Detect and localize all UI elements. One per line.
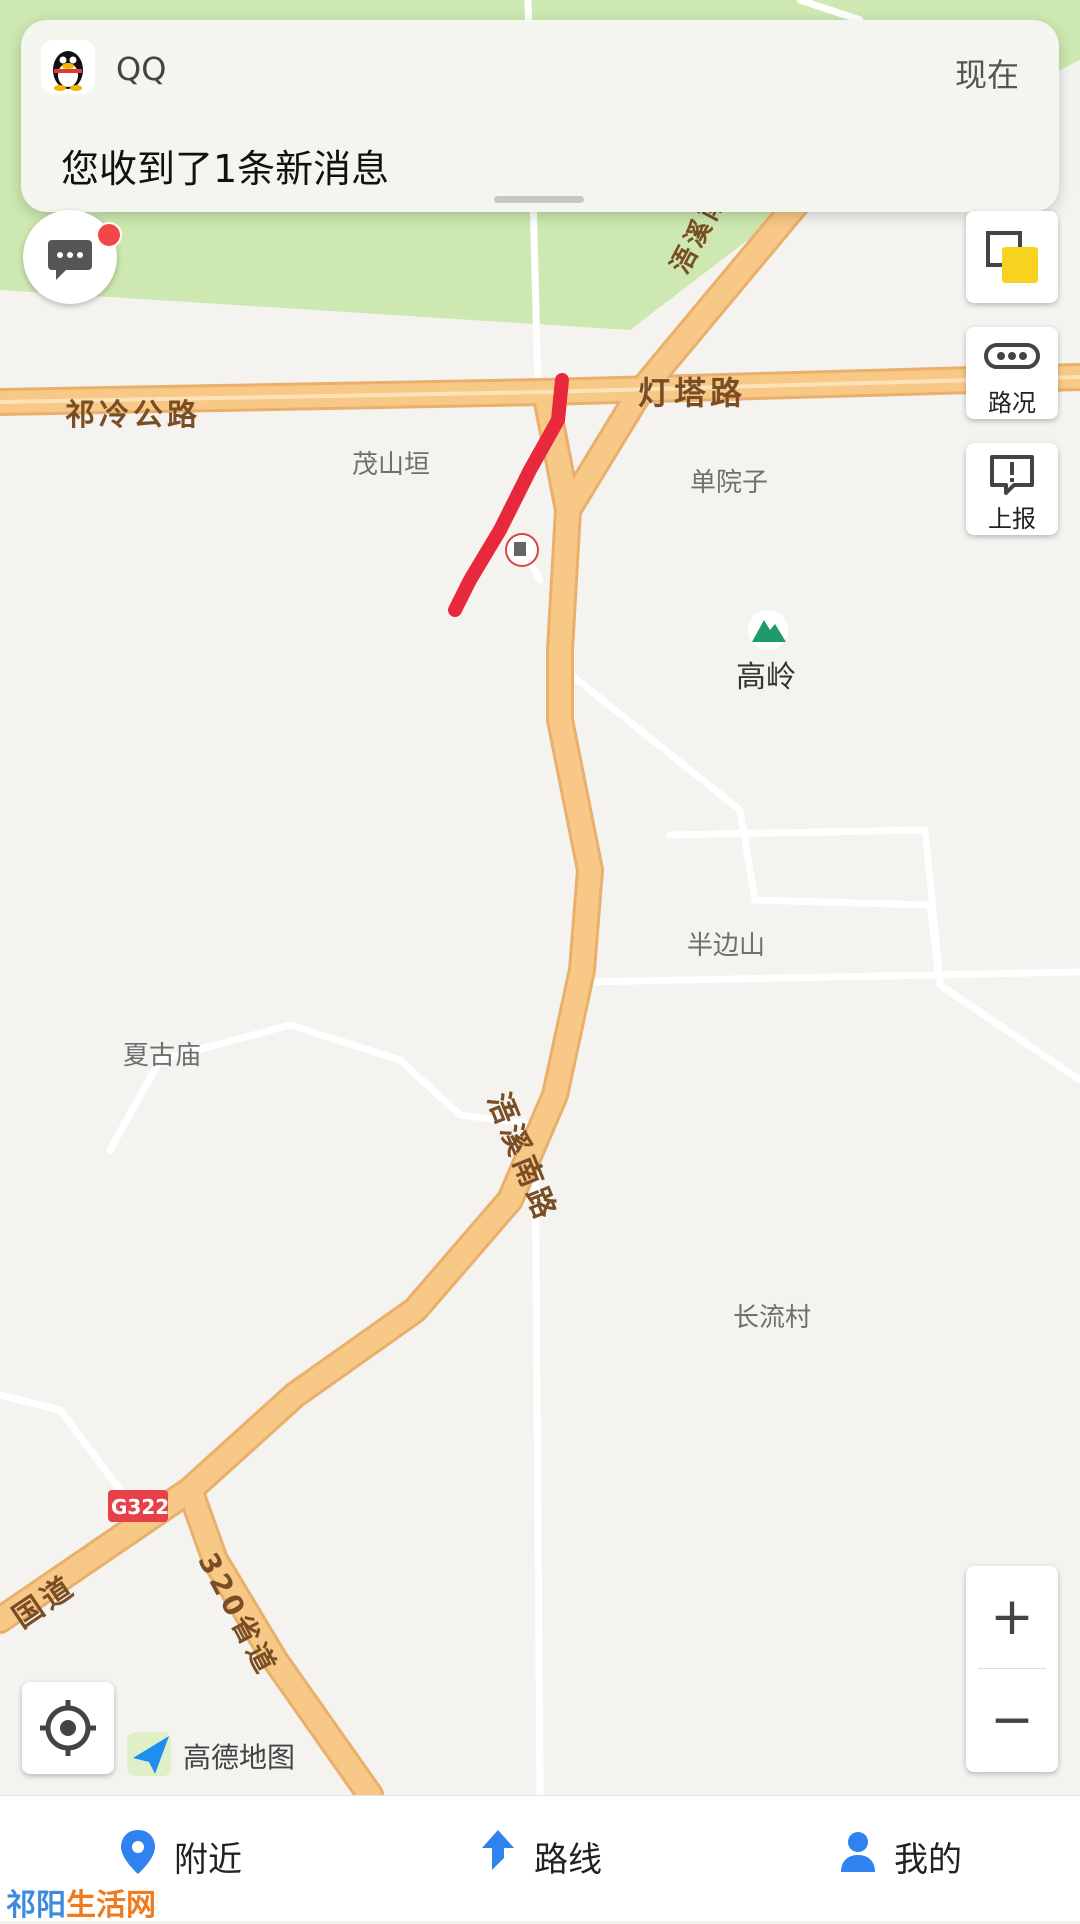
notification-app-name: QQ (116, 50, 167, 88)
zoom-in-button[interactable]: + (966, 1566, 1058, 1668)
route-arrow-icon (482, 1830, 514, 1870)
locate-button[interactable] (22, 1682, 114, 1774)
tab-mine-label: 我的 (894, 1840, 962, 1880)
place-label-xiagumiao: 夏古庙 (123, 1041, 202, 1071)
zoom-out-button[interactable]: − (966, 1669, 1058, 1771)
place-label-banbianshan: 半边山 (687, 931, 766, 961)
tab-route-label: 路线 (534, 1840, 602, 1880)
place-label-gaoling: 高岭 (736, 660, 796, 695)
place-label-changliucun: 长流村 (733, 1303, 812, 1333)
tab-route[interactable]: 路线 (478, 1826, 628, 1886)
g322-badge-label: G322 (111, 1495, 170, 1519)
person-icon (841, 1832, 875, 1872)
mountain-icon (748, 610, 788, 650)
notification-message: 您收到了1条新消息 (61, 147, 390, 191)
unread-badge (96, 222, 122, 248)
crosshair-icon (40, 1700, 96, 1756)
qq-penguin-icon (41, 40, 95, 94)
site-watermark: 祁阳生活网 (6, 1880, 156, 1924)
tab-nearby-label: 附近 (174, 1840, 242, 1880)
notification-header: QQ 现在 (21, 20, 1059, 116)
gas-station-icon (505, 533, 539, 567)
place-label-maoshanyuan: 茂山垣 (352, 450, 431, 480)
tab-nearby[interactable]: 附近 (118, 1826, 268, 1886)
amap-brand: 高德地图 (125, 1728, 315, 1780)
map-canvas[interactable] (0, 0, 1080, 1795)
watermark-part2: 生活网 (66, 1888, 156, 1923)
notification-time: 现在 (954, 56, 1019, 94)
brand-label: 高德地图 (183, 1741, 296, 1774)
traffic-label: 路况 (988, 389, 1036, 417)
bottom-tab-bar: 附近 路线 我的 (0, 1795, 1080, 1921)
notification-grab-handle[interactable] (494, 196, 584, 203)
layers-button[interactable] (966, 211, 1058, 303)
location-pin-icon (121, 1830, 155, 1874)
traffic-button[interactable]: 路况 (966, 327, 1058, 419)
qq-notification-banner[interactable]: QQ 现在 您收到了1条新消息 (21, 20, 1059, 212)
zoom-controls: + − (966, 1566, 1058, 1772)
place-label-danyuanzi: 单院子 (690, 468, 769, 498)
tab-mine[interactable]: 我的 (838, 1826, 988, 1886)
watermark-part1: 祁阳 (6, 1888, 66, 1923)
layers-icon (986, 231, 1038, 283)
road-label-qiling: 祁冷公路 (65, 398, 201, 433)
report-button[interactable]: 上报 (966, 443, 1058, 535)
amap-logo-icon (127, 1732, 171, 1776)
road-label-dengta: 灯塔路 (638, 374, 747, 412)
report-label: 上报 (988, 505, 1036, 533)
